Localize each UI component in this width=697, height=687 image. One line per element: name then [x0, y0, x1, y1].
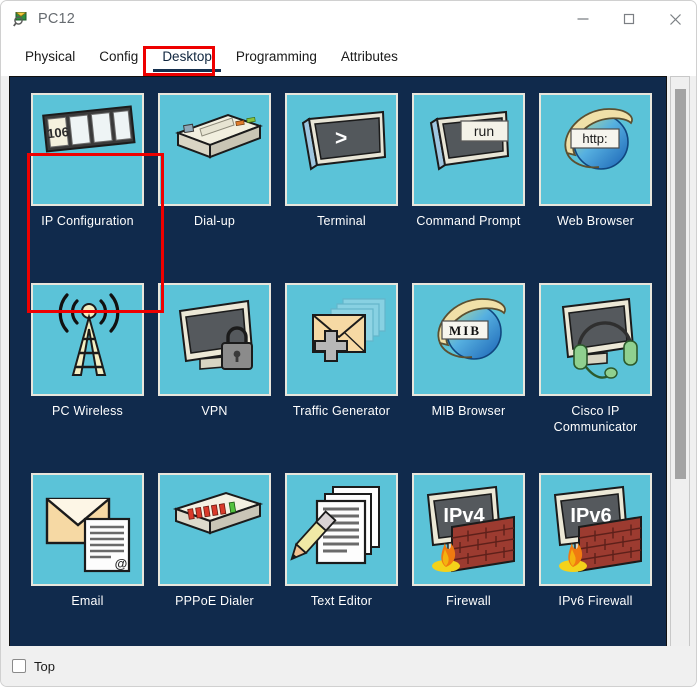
scrollbar-thumb[interactable]: [675, 89, 686, 479]
tab-physical[interactable]: Physical: [13, 37, 87, 76]
top-checkbox-label: Top: [34, 658, 55, 674]
tab-attributes[interactable]: Attributes: [329, 37, 410, 76]
tab-programming[interactable]: Programming: [224, 37, 329, 76]
cisco-ip-communicator-icon: [539, 283, 652, 396]
traffic-generator-icon: [285, 283, 398, 396]
desktop-item-label: MIB Browser: [431, 404, 506, 418]
desktop-item-label: Command Prompt: [416, 214, 521, 228]
desktop-item-cisco-ip-communicator[interactable]: Cisco IP Communicator: [532, 283, 659, 435]
command-prompt-icon: run: [412, 93, 525, 206]
ip-configuration-icon: 106: [31, 93, 144, 206]
desktop-item-label: Web Browser: [557, 214, 634, 228]
desktop-item-text-editor[interactable]: Text Editor: [278, 473, 405, 609]
ipv6-firewall-icon: IPv6: [539, 473, 652, 586]
device-window: PC12 Physical Config Desktop Programming…: [0, 0, 697, 687]
vpn-icon: [158, 283, 271, 396]
desktop-item-vpn[interactable]: VPN: [151, 283, 278, 419]
text-editor-icon: [285, 473, 398, 586]
desktop-item-label: Terminal: [317, 214, 366, 228]
pc-wireless-icon: [31, 283, 144, 396]
window-title: PC12: [38, 11, 76, 27]
desktop-item-pc-wireless[interactable]: PC Wireless: [24, 283, 151, 419]
desktop-item-label: IP Configuration: [41, 214, 134, 228]
desktop-item-ipv6-firewall[interactable]: IPv6 IPv6 Firewall: [532, 473, 659, 609]
desktop-item-label: IPv6 Firewall: [558, 594, 633, 608]
dialup-modem-icon: [158, 93, 271, 206]
desktop-item-ip-configuration[interactable]: 106 IP Configuration: [24, 93, 151, 229]
desktop-item-mib-browser[interactable]: MIB MIB Browser: [405, 283, 532, 419]
close-button[interactable]: [652, 1, 696, 37]
desktop-item-label: Cisco IP Communicator: [553, 404, 638, 434]
tab-list: Physical Config Desktop Programming Attr…: [13, 37, 410, 76]
window-controls: [560, 1, 696, 37]
desktop-item-traffic-generator[interactable]: Traffic Generator: [278, 283, 405, 419]
svg-text:@: @: [115, 556, 128, 571]
desktop-item-pppoe-dialer[interactable]: PPPoE Dialer: [151, 473, 278, 609]
svg-text:>: >: [335, 127, 347, 150]
pppoe-dialer-icon: [158, 473, 271, 586]
title-bar: PC12: [1, 1, 696, 37]
email-icon: @: [31, 473, 144, 586]
desktop-item-label: Traffic Generator: [292, 404, 391, 418]
desktop-item-label: Firewall: [446, 594, 491, 608]
desktop-item-label: Email: [71, 594, 104, 608]
desktop-vertical-scrollbar[interactable]: [670, 76, 690, 647]
desktop-item-terminal[interactable]: > Terminal: [278, 93, 405, 229]
footer-bar: Top: [1, 646, 696, 686]
mib-browser-icon: MIB: [412, 283, 525, 396]
desktop-icon-area: 106 IP Configuration Dial-up > Terminal …: [9, 76, 667, 647]
desktop-item-email[interactable]: @ Email: [24, 473, 151, 609]
svg-text:106: 106: [46, 124, 69, 141]
firewall-icon: IPv4: [412, 473, 525, 586]
web-browser-icon: http:: [539, 93, 652, 206]
minimize-button[interactable]: [560, 1, 606, 37]
desktop-item-web-browser[interactable]: http: Web Browser: [532, 93, 659, 229]
desktop-item-label: VPN: [201, 404, 228, 418]
desktop-item-command-prompt[interactable]: run Command Prompt: [405, 93, 532, 229]
svg-text:run: run: [474, 123, 494, 139]
desktop-panel: 106 IP Configuration Dial-up > Terminal …: [9, 76, 690, 647]
desktop-item-label: Dial-up: [194, 214, 235, 228]
terminal-icon: >: [285, 93, 398, 206]
tab-strip: Physical Config Desktop Programming Attr…: [1, 37, 696, 76]
packet-tracer-inspect-icon: [12, 10, 30, 28]
tab-config[interactable]: Config: [87, 37, 150, 76]
desktop-item-label: PPPoE Dialer: [175, 594, 254, 608]
top-checkbox[interactable]: [12, 659, 26, 673]
desktop-item-firewall[interactable]: IPv4 Firewall: [405, 473, 532, 609]
tab-desktop[interactable]: Desktop: [150, 37, 224, 76]
desktop-item-dial-up[interactable]: Dial-up: [151, 93, 278, 229]
svg-text:MIB: MIB: [449, 323, 481, 338]
desktop-item-label: PC Wireless: [52, 404, 123, 418]
svg-text:http:: http:: [582, 131, 607, 146]
maximize-button[interactable]: [606, 1, 652, 37]
desktop-item-label: Text Editor: [310, 594, 373, 608]
